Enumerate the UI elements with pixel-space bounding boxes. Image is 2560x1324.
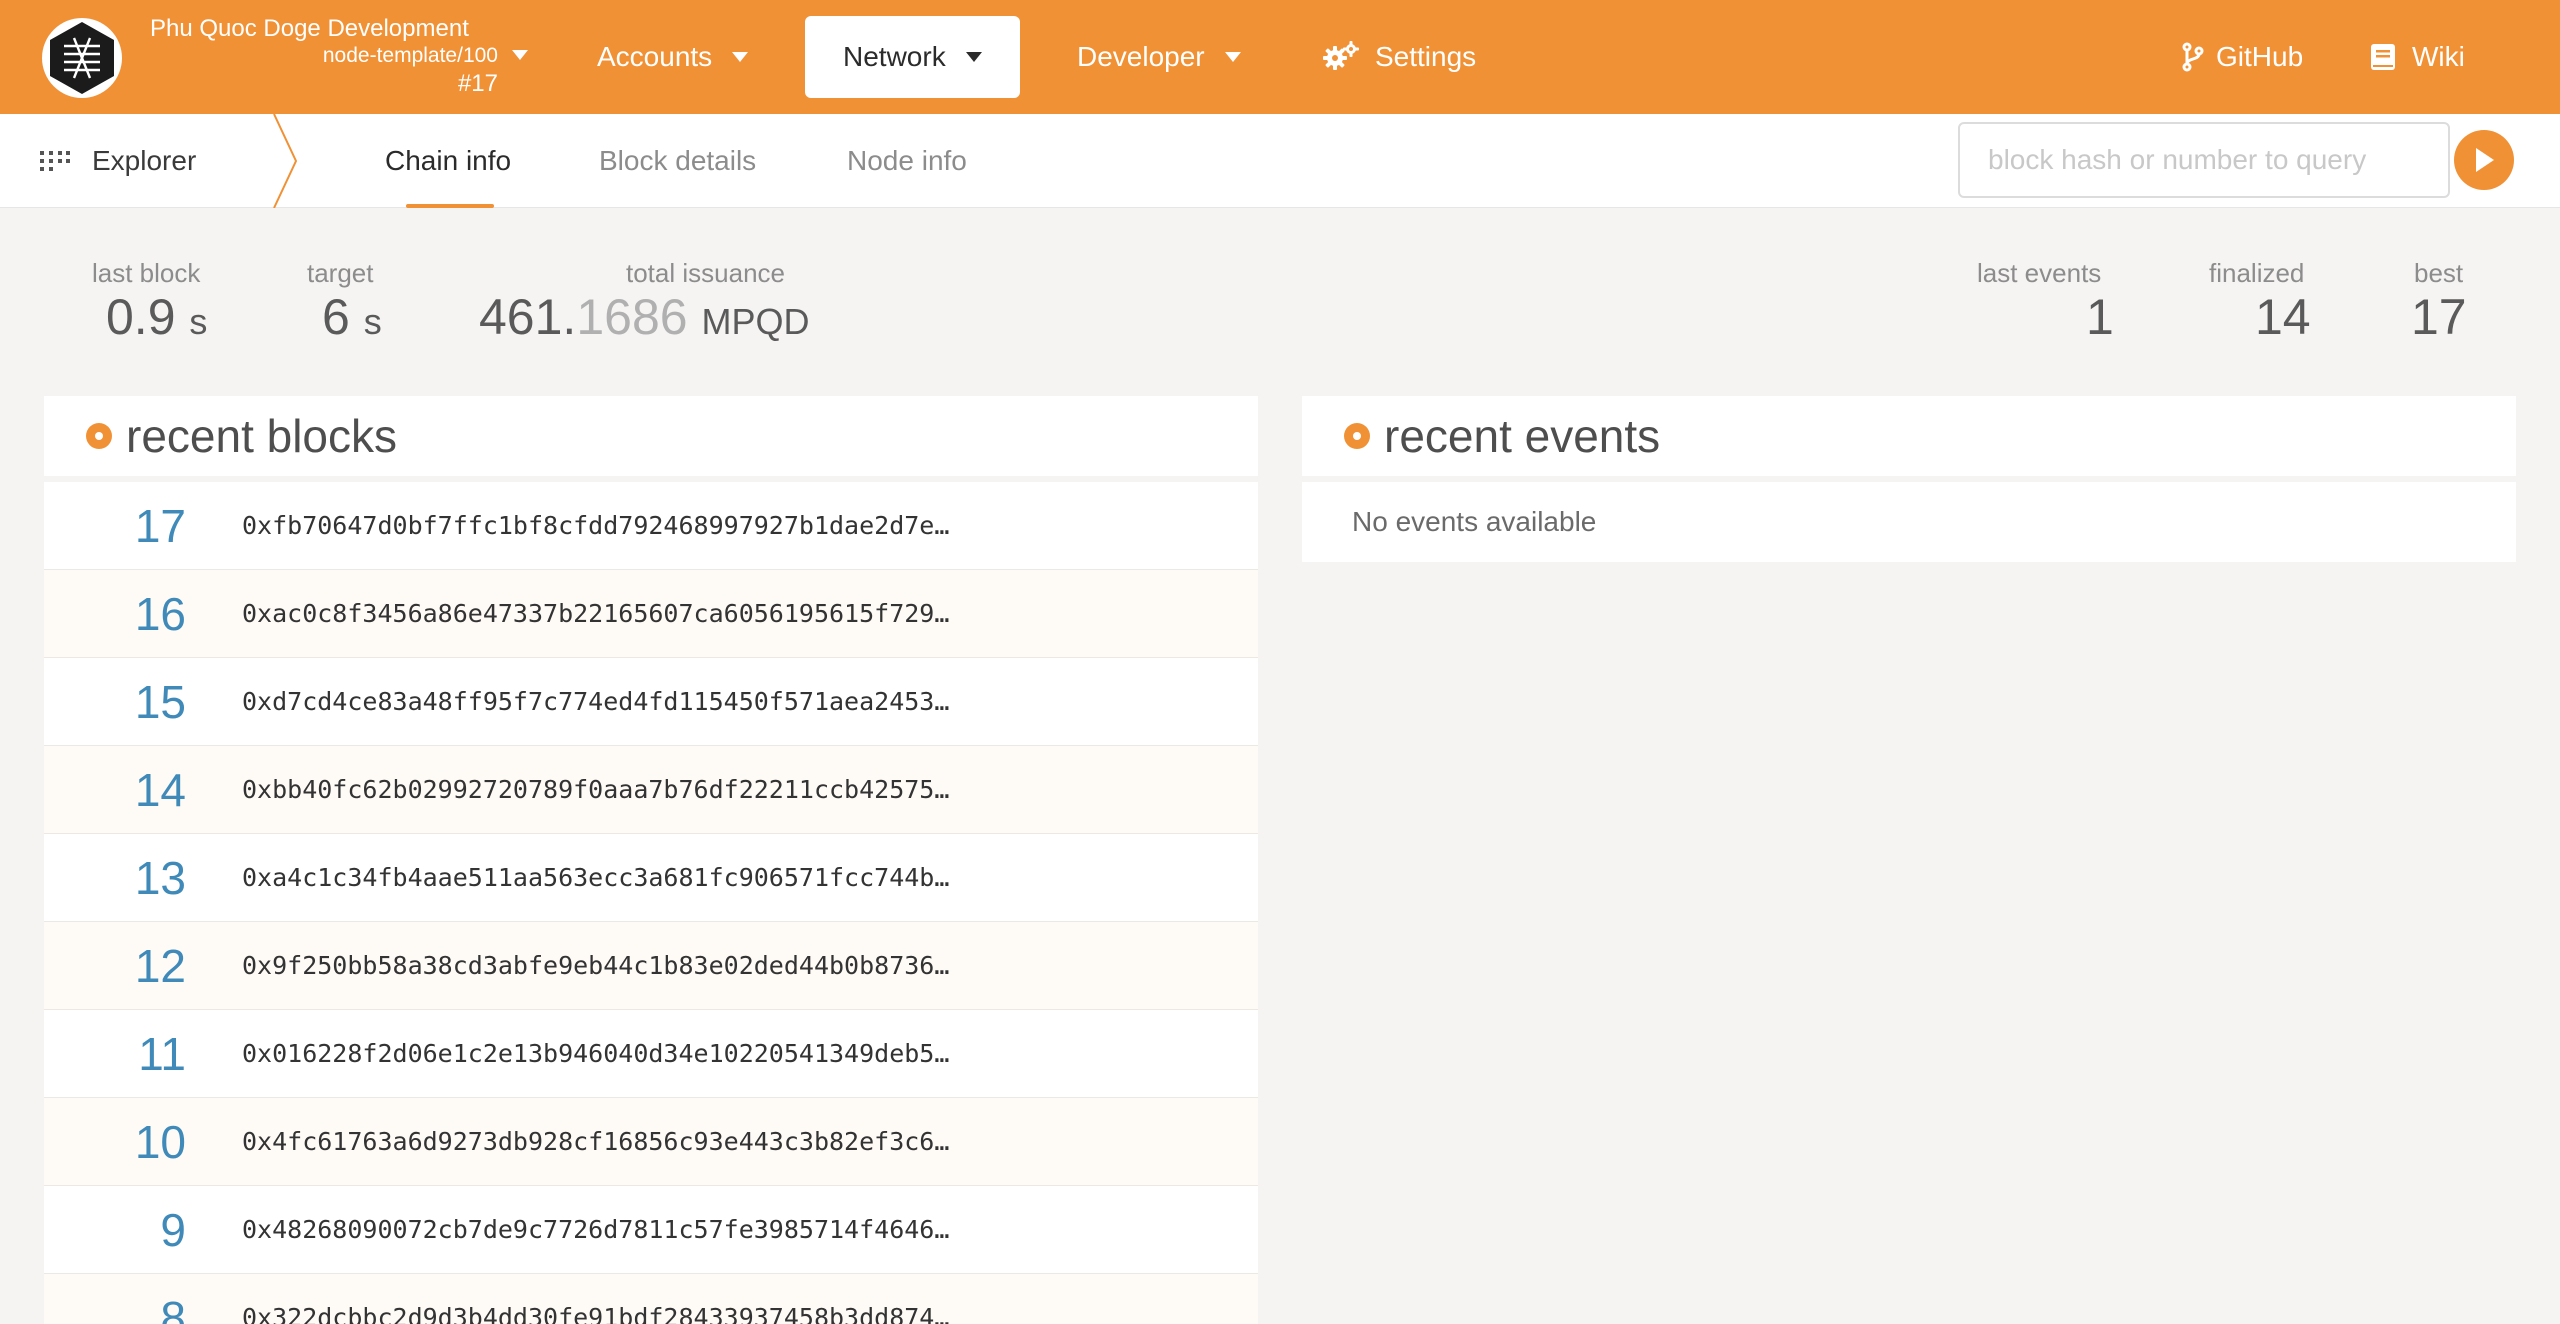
block-number-link[interactable]: 13 xyxy=(44,851,186,905)
nav-network[interactable]: Network xyxy=(805,16,1020,98)
block-number-link[interactable]: 16 xyxy=(44,587,186,641)
last-block-label: last block xyxy=(92,258,201,288)
target-unit: s xyxy=(363,301,382,342)
finalized-value: 14 xyxy=(2255,289,2311,345)
block-number-link[interactable]: 10 xyxy=(44,1115,186,1169)
block-row: 15 0xd7cd4ce83a48ff95f7c774ed4fd115450f57… xyxy=(44,658,1258,746)
nav-developer[interactable]: Developer xyxy=(1077,16,1241,98)
block-number-link[interactable]: 11 xyxy=(44,1027,186,1081)
last-block-value: 0.9 s xyxy=(106,292,207,342)
last-block-unit: s xyxy=(189,301,208,342)
chain-selector-chevron-down-icon[interactable] xyxy=(512,50,528,62)
active-tab-indicator xyxy=(406,204,494,208)
explorer-label: Explorer xyxy=(92,145,197,176)
block-row: 17 0xfb70647d0bf7ffc1bf8cfdd792468997927b… xyxy=(44,482,1258,570)
github-link[interactable]: GitHub xyxy=(2182,16,2303,98)
block-row: 13 0xa4c1c34fb4aae511aa563ecc3a681fc90657… xyxy=(44,834,1258,922)
recent-events-header: recent events xyxy=(1302,396,2516,476)
query-submit-button[interactable] xyxy=(2454,130,2514,190)
runtime-version[interactable]: node-template/100 xyxy=(150,44,498,68)
wiki-link[interactable]: Wiki xyxy=(2370,16,2465,98)
nav-accounts-label: Accounts xyxy=(597,41,713,72)
block-query-input[interactable] xyxy=(1958,122,2450,198)
best-label: best xyxy=(2414,258,2464,288)
chevron-down-icon xyxy=(732,52,749,62)
total-issuance-label: total issuance xyxy=(626,258,785,288)
chevron-right-icon xyxy=(273,114,298,208)
target-value: 6 s xyxy=(322,292,382,342)
block-hash: 0x4fc61763a6d9273db928cf16856c93e443c3b8… xyxy=(242,1127,950,1156)
book-icon xyxy=(2371,44,2395,70)
recent-events-title: recent events xyxy=(1384,410,1661,462)
finalized-label: finalized xyxy=(2209,258,2305,288)
block-hash: 0x322dcbbc2d9d3b4dd30fe91bdf28433937458b… xyxy=(242,1303,950,1324)
block-hash: 0xfb70647d0bf7ffc1bf8cfdd792468997927b1d… xyxy=(242,511,950,540)
play-icon xyxy=(2476,148,2494,172)
grid-dots-icon xyxy=(40,151,70,171)
block-row: 14 0xbb40fc62b02992720789f0aaa7b76df22211… xyxy=(44,746,1258,834)
total-issuance-value: 461.1686 MPQD xyxy=(479,292,809,342)
nav-accounts[interactable]: Accounts xyxy=(597,16,749,98)
block-hash: 0x016228f2d06e1c2e13b946040d34e102205413… xyxy=(242,1039,950,1068)
top-navigation-bar: Phu Quoc Doge Development node-template/… xyxy=(0,0,2560,114)
chevron-down-icon xyxy=(1224,52,1241,62)
status-dot-icon xyxy=(1344,423,1370,449)
status-dot-icon xyxy=(86,423,112,449)
block-row: 11 0x016228f2d06e1c2e13b946040d34e1022054… xyxy=(44,1010,1258,1098)
nav-settings[interactable]: Settings xyxy=(1323,16,1476,98)
last-block-number: 0.9 xyxy=(106,289,176,345)
recent-blocks-title: recent blocks xyxy=(126,410,398,462)
nav-network-label: Network xyxy=(843,41,946,72)
block-number-link[interactable]: 15 xyxy=(44,675,186,729)
tab-chain-info[interactable]: Chain info xyxy=(385,114,511,208)
block-hash: 0xac0c8f3456a86e47337b22165607ca60561956… xyxy=(242,599,950,628)
target-number: 6 xyxy=(322,289,350,345)
github-link-label: GitHub xyxy=(2216,41,2304,72)
recent-blocks-list: 17 0xfb70647d0bf7ffc1bf8cfdd792468997927b… xyxy=(44,482,1258,1324)
total-issuance-integer: 461. xyxy=(479,289,577,345)
chain-name[interactable]: Phu Quoc Doge Development xyxy=(150,15,469,43)
tab-node-info[interactable]: Node info xyxy=(847,114,967,208)
recent-blocks-panel: recent blocks 17 0xfb70647d0bf7ffc1bf8cfd… xyxy=(44,396,1258,1324)
block-hash: 0xbb40fc62b02992720789f0aaa7b76df22211cc… xyxy=(242,775,950,804)
explorer-section[interactable]: Explorer xyxy=(40,114,196,208)
block-row: 16 0xac0c8f3456a86e47337b22165607ca605619… xyxy=(44,570,1258,658)
code-branch-icon xyxy=(2182,42,2204,72)
block-hash: 0xa4c1c34fb4aae511aa563ecc3a681fc906571f… xyxy=(242,863,950,892)
block-number-link[interactable]: 12 xyxy=(44,939,186,993)
block-number-link[interactable]: 14 xyxy=(44,763,186,817)
block-row: 10 0x4fc61763a6d9273db928cf16856c93e443c3… xyxy=(44,1098,1258,1186)
wiki-link-label: Wiki xyxy=(2412,41,2465,72)
block-number-link[interactable]: 8 xyxy=(44,1291,186,1324)
last-events-label: last events xyxy=(1977,258,2102,288)
gears-icon xyxy=(1323,41,1359,70)
best-block-number: #17 xyxy=(457,70,498,97)
block-row: 9 0x48268090072cb7de9c7726d7811c57fe39857… xyxy=(44,1186,1258,1274)
nav-developer-label: Developer xyxy=(1077,41,1205,72)
best-value: 17 xyxy=(2411,289,2467,345)
block-hash: 0xd7cd4ce83a48ff95f7c774ed4fd115450f571a… xyxy=(242,687,950,716)
nav-settings-label: Settings xyxy=(1375,41,1477,72)
target-label: target xyxy=(307,258,374,288)
block-hash: 0x9f250bb58a38cd3abfe9eb44c1b83e02ded44b… xyxy=(242,951,950,980)
block-number-link[interactable]: 9 xyxy=(44,1203,186,1257)
total-issuance-unit: MPQD xyxy=(701,301,810,342)
recent-events-panel: recent events No events available xyxy=(1302,396,2516,562)
recent-blocks-header: recent blocks xyxy=(44,396,1258,476)
tab-block-details[interactable]: Block details xyxy=(599,114,756,208)
substrate-logo-icon[interactable] xyxy=(40,16,124,100)
block-hash: 0x48268090072cb7de9c7726d7811c57fe398571… xyxy=(242,1215,950,1244)
chevron-down-icon xyxy=(965,52,982,62)
block-row: 12 0x9f250bb58a38cd3abfe9eb44c1b83e02ded4… xyxy=(44,922,1258,1010)
last-events-value: 1 xyxy=(2086,289,2114,345)
block-row: 8 0x322dcbbc2d9d3b4dd30fe91bdf28433937458… xyxy=(44,1274,1258,1324)
total-issuance-decimal: 1686 xyxy=(576,289,688,345)
block-number-link[interactable]: 17 xyxy=(44,499,186,553)
no-events-message: No events available xyxy=(1302,482,2516,562)
